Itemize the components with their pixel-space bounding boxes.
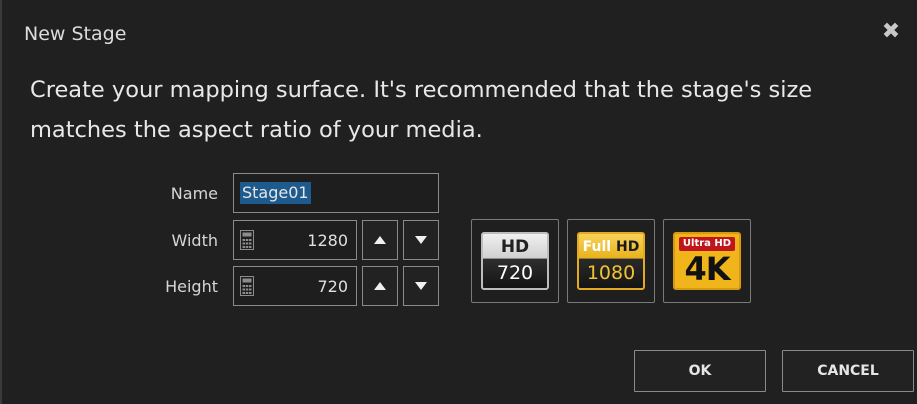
arrow-down-icon [415,282,427,290]
width-value: 1280 [307,231,348,250]
ultra-hd-badge-top: Ultra HD [679,237,735,251]
width-label: Width [171,231,218,250]
height-decrement-button[interactable] [403,266,439,306]
cancel-button[interactable]: CANCEL [782,350,914,392]
preset-full-hd-1080-button[interactable]: Full HD 1080 [567,219,655,303]
full-hd-badge-top: Full HD [579,238,643,256]
preset-ultra-hd-4k-button[interactable]: Ultra HD 4K [663,219,751,303]
full-hd-badge-bottom: 1080 [586,262,636,284]
hd-badge-top: HD [500,237,530,257]
calculator-icon [240,276,254,296]
title-bar: New Stage ✖ [0,0,917,54]
hd-720-icon: HD 720 [481,232,549,290]
ok-button[interactable]: OK [634,350,766,392]
width-increment-button[interactable] [362,220,398,260]
full-hd-1080-icon: Full HD 1080 [577,232,645,290]
arrow-down-icon [415,236,427,244]
dialog-description: Create your mapping surface. It's recomm… [30,77,813,143]
height-field[interactable]: 720 [233,266,357,306]
name-input-value: Stage01 [240,182,311,204]
height-increment-button[interactable] [362,266,398,306]
close-icon[interactable]: ✖ [881,21,901,43]
hd-badge-bottom: 720 [496,262,534,284]
full-hd-badge-hd: HD [615,239,640,255]
preset-hd-720-button[interactable]: HD 720 [471,219,559,303]
name-input[interactable]: Stage01 [233,173,439,213]
arrow-up-icon [374,236,386,244]
new-stage-dialog: New Stage ✖ Create your mapping surface.… [0,0,917,404]
ultra-hd-4k-icon: Ultra HD 4K [673,232,741,290]
dialog-border [0,0,2,404]
dialog-title: New Stage [24,23,127,45]
height-label: Height [165,277,218,296]
name-label: Name [170,184,218,203]
ultra-hd-badge-bottom: 4K [684,250,730,288]
arrow-up-icon [374,282,386,290]
calculator-icon [240,230,254,250]
height-value: 720 [317,277,348,296]
full-hd-badge-full: Full [582,239,616,255]
width-field[interactable]: 1280 [233,220,357,260]
width-decrement-button[interactable] [403,220,439,260]
